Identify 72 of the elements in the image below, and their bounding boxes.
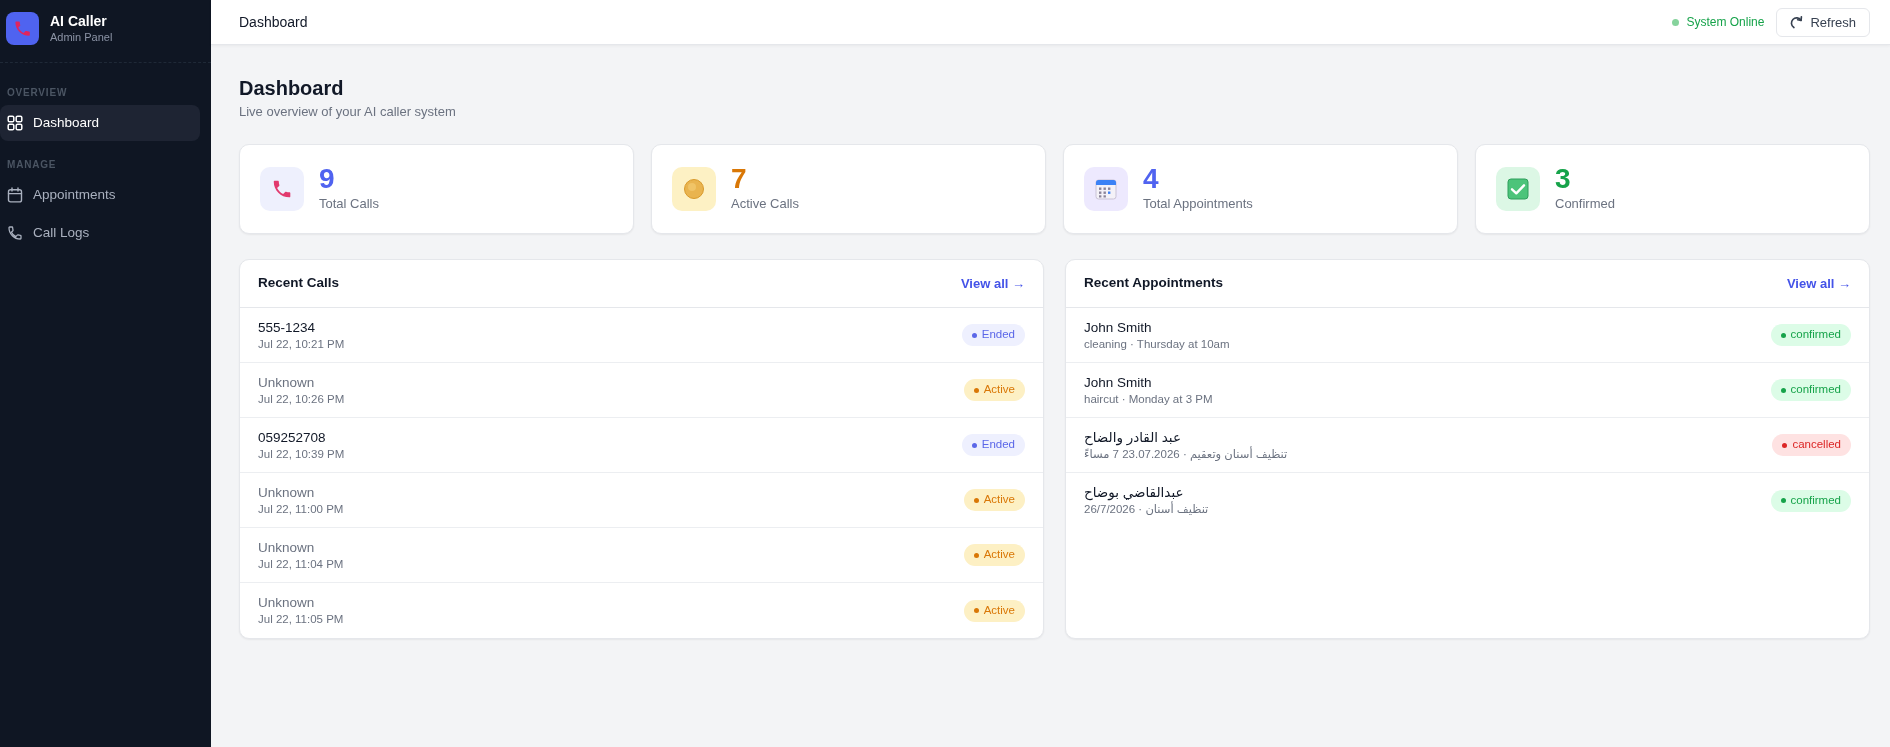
stat-label: Confirmed [1555, 196, 1615, 212]
section-heading: OVERVIEW [6, 86, 69, 100]
appointment-name: John Smith [1084, 374, 1153, 391]
view-all-link[interactable]: View all → [960, 273, 1025, 294]
status-text: Ended [981, 327, 1015, 343]
topbar-title: Dashboard [239, 12, 308, 32]
status-text: System Online [1686, 14, 1765, 31]
view-all-link[interactable]: View all → [1786, 273, 1851, 294]
call-time: Jul 22, 11:05 PM [258, 612, 344, 626]
calendar-icon [7, 187, 23, 203]
status-text: Active [983, 382, 1015, 398]
call-time: Jul 22, 10:21 PM [258, 336, 345, 351]
status-dot-icon [973, 497, 979, 503]
status-text: Active [983, 602, 1015, 618]
stat-label: Active Calls [731, 196, 799, 212]
call-time: Jul 22, 11:04 PM [258, 556, 344, 571]
refresh-icon [1790, 15, 1804, 29]
stat-value: 7 [731, 166, 748, 192]
caller-text: Unknown [258, 539, 316, 556]
caller-text: 059252708 [258, 429, 327, 446]
section-heading: MANAGE [6, 158, 58, 172]
sidebar-item[interactable]: Call Logs [0, 215, 200, 251]
appointment-name: عبد القادر والضاح [1084, 429, 1182, 446]
stat-value: 4 [1143, 166, 1160, 192]
status-dot-icon [1780, 387, 1786, 393]
status-text: confirmed [1790, 382, 1841, 398]
logo-icon [6, 12, 39, 45]
appointment-detail: تنظيف أسنان وتعقيم · 23.07.2026 7 مساءً [1084, 446, 1288, 461]
appointment-name: John Smith [1084, 319, 1153, 336]
call-time: Jul 22, 10:26 PM [258, 391, 345, 406]
appointment-name: عبدالقاضي بوضاح [1084, 485, 1185, 501]
stat-label: Total Calls [319, 196, 379, 212]
status-text: confirmed [1790, 492, 1841, 508]
call-time: Jul 22, 10:39 PM [258, 446, 345, 461]
refresh-button[interactable]: Refresh [1776, 7, 1870, 37]
status-dot-icon [973, 608, 979, 613]
status-dot-icon [973, 552, 979, 558]
stat-label: Total Appointments [1143, 196, 1253, 212]
panel-title: Recent Appointments [1084, 274, 1223, 293]
status-dot-icon [971, 332, 977, 338]
caller-text: Unknown [258, 374, 316, 391]
brand-title: AI Caller [50, 13, 108, 30]
status-text: Active [983, 492, 1015, 508]
appointment-detail: تنظيف أسنان · 26/7/2026 [1084, 502, 1209, 516]
status-dot-icon [1780, 332, 1786, 338]
status-text: Ended [981, 437, 1015, 453]
status-dot-icon [1780, 498, 1786, 503]
check-box-icon [1496, 167, 1540, 211]
caller-text: Unknown [258, 595, 316, 611]
stat-value: 9 [319, 166, 336, 192]
sidebar-item[interactable]: Appointments [0, 177, 200, 213]
status-dot-icon [973, 387, 979, 393]
page-subtitle: Live overview of your AI caller system [239, 104, 457, 120]
status-text: Active [983, 547, 1015, 563]
calendar-icon [1084, 167, 1128, 211]
status-text: confirmed [1790, 327, 1841, 343]
brand-subtitle: Admin Panel [50, 30, 113, 44]
status-text: cancelled [1792, 437, 1841, 453]
caller-text: 555-1234 [258, 319, 317, 336]
stat-value: 3 [1555, 166, 1572, 192]
appointment-detail: cleaning · Thursday at 10am [1084, 336, 1230, 351]
panel-title: Recent Calls [258, 274, 340, 293]
sidebar-item[interactable]: Dashboard [0, 105, 200, 141]
phone-icon [260, 167, 304, 211]
appointment-detail: haircut · Monday at 3 PM [1084, 391, 1213, 406]
status-dot-icon [971, 442, 977, 448]
phone-icon [7, 225, 23, 241]
caller-text: Unknown [258, 484, 316, 501]
call-time: Jul 22, 11:00 PM [258, 501, 344, 516]
grid-icon [7, 115, 23, 131]
status-dot-icon [1782, 442, 1788, 448]
page-title: Dashboard [239, 76, 345, 100]
